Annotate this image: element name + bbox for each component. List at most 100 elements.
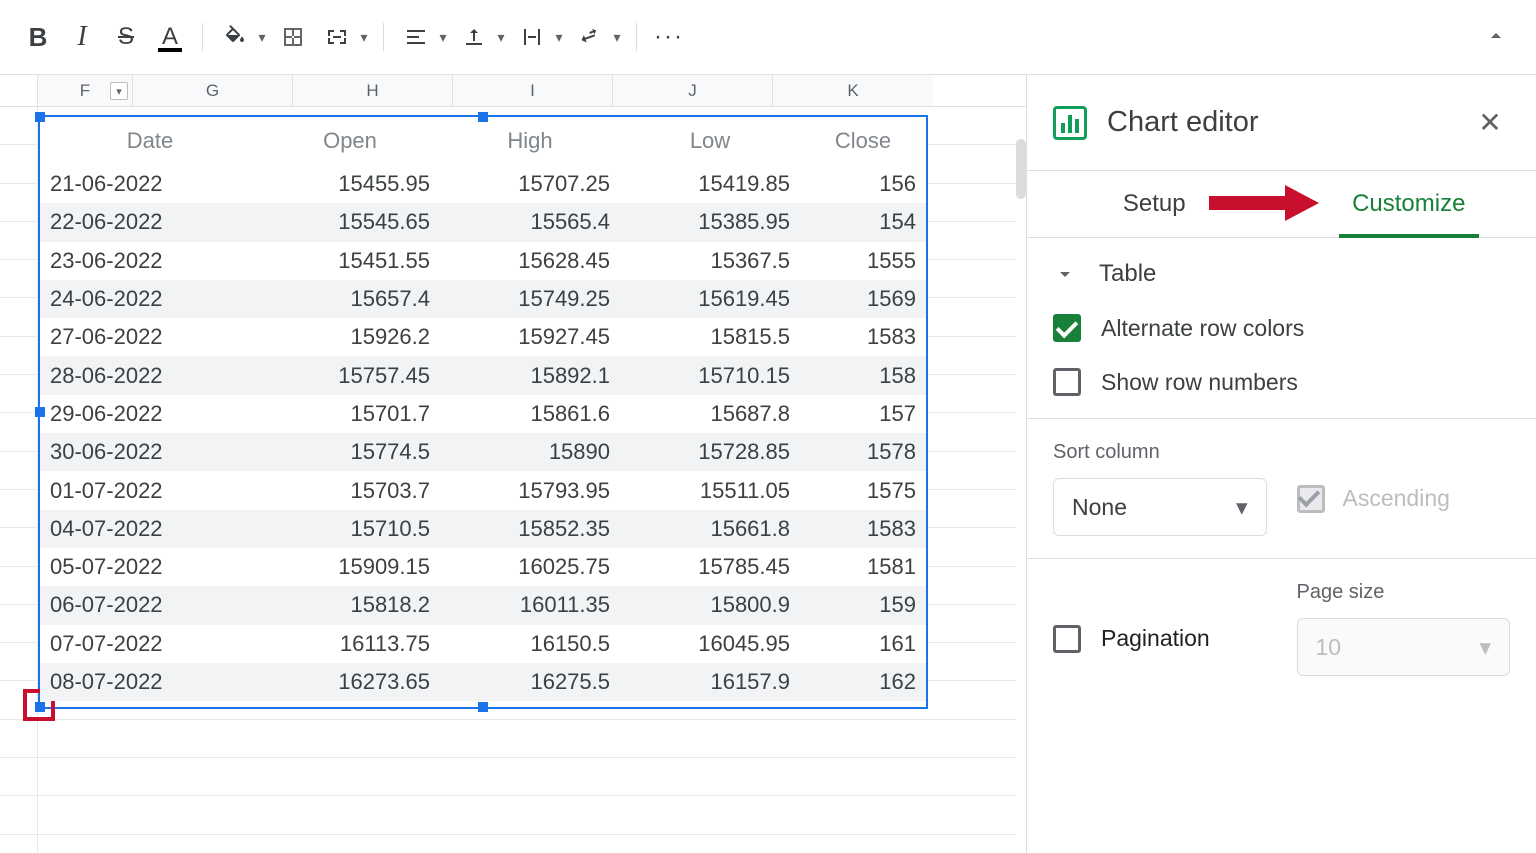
italic-button[interactable]: I [62,17,102,57]
table-chart-cell: 159 [800,592,926,618]
page-size-label: Page size [1297,581,1511,604]
fill-color-dropdown[interactable]: ▾ [255,29,269,46]
tab-customize[interactable]: Customize [1282,171,1536,237]
collapse-toolbar-button[interactable] [1484,24,1508,53]
alternate-row-colors-checkbox[interactable] [1053,314,1081,342]
ascending-label: Ascending [1343,485,1450,512]
table-chart-row: 27-06-202215926.215927.4515815.51583 [40,318,926,356]
table-chart-cell: 04-07-2022 [40,516,260,542]
column-header-i[interactable]: I [453,75,613,106]
table-chart-cell: 1575 [800,478,926,504]
pagination-checkbox[interactable] [1053,625,1081,653]
table-chart-cell: 15619.45 [620,286,800,312]
text-color-button[interactable]: A [150,17,190,57]
table-chart-row: 01-07-202215703.715793.9515511.051575 [40,471,926,509]
table-chart-cell: 15565.4 [440,209,620,235]
table-chart-header: Date [40,128,260,154]
table-chart-cell: 15455.95 [260,171,440,197]
table-chart-header-row: Date Open High Low Close [40,117,926,165]
table-chart-cell: 24-06-2022 [40,286,260,312]
table-chart-cell: 15861.6 [440,401,620,427]
table-chart-cell: 15926.2 [260,324,440,350]
column-f-dropdown-icon[interactable]: ▾ [110,82,128,100]
table-chart-row: 24-06-202215657.415749.2515619.451569 [40,280,926,318]
more-options-button[interactable]: ··· [649,17,689,57]
editor-tabs: Setup Customize [1027,170,1536,238]
table-chart-cell: 16275.5 [440,669,620,695]
close-editor-button[interactable]: ✕ [1470,106,1510,139]
borders-button[interactable] [273,17,313,57]
table-chart-cell: 15757.45 [260,363,440,389]
table-chart-cell: 15728.85 [620,439,800,465]
table-chart-cell: 15701.7 [260,401,440,427]
table-chart-cell: 16025.75 [440,554,620,580]
strikethrough-button[interactable]: S [106,17,146,57]
column-header-k[interactable]: K [773,75,933,106]
text-rotation-button[interactable] [570,17,610,57]
ascending-checkbox [1297,485,1325,513]
halign-dropdown[interactable]: ▾ [436,29,450,46]
table-chart-cell: 30-06-2022 [40,439,260,465]
column-header-g[interactable]: G [133,75,293,106]
vertical-scrollbar[interactable] [1016,139,1026,199]
table-chart-row: 23-06-202215451.5515628.4515367.51555 [40,242,926,280]
table-chart-cell: 15385.95 [620,209,800,235]
table-chart-row: 28-06-202215757.4515892.115710.15158 [40,356,926,394]
table-chart-cell: 15710.15 [620,363,800,389]
horizontal-align-button[interactable] [396,17,436,57]
table-chart-cell: 01-07-2022 [40,478,260,504]
bold-button[interactable]: B [18,17,58,57]
table-chart-row: 22-06-202215545.6515565.415385.95154 [40,203,926,241]
show-row-numbers-label: Show row numbers [1101,369,1298,396]
table-chart-cell: 15890 [440,439,620,465]
select-all-cell[interactable] [0,75,38,106]
table-chart-cell: 29-06-2022 [40,401,260,427]
column-header-f[interactable]: F ▾ [38,75,133,106]
table-chart-row: 29-06-202215701.715861.615687.8157 [40,395,926,433]
alternate-row-colors-label: Alternate row colors [1101,315,1304,342]
table-chart-content: Date Open High Low Close 21-06-202215455… [40,117,926,707]
table-chart-cell: 16273.65 [260,669,440,695]
valign-dropdown[interactable]: ▾ [494,29,508,46]
table-chart-cell: 15367.5 [620,248,800,274]
text-wrap-button[interactable] [512,17,552,57]
pagination-label: Pagination [1101,625,1210,652]
formatting-toolbar: B I S A ▾ ▾ ▾ ▾ ▾ ▾ ··· [0,0,1536,75]
table-chart-cell: 08-07-2022 [40,669,260,695]
table-chart-cell: 15909.15 [260,554,440,580]
column-header-j[interactable]: J [613,75,773,106]
sort-column-label: Sort column [1053,441,1267,464]
table-section: Table Alternate row colors Show row numb… [1027,238,1536,419]
table-chart-cell: 27-06-2022 [40,324,260,350]
table-chart-cell: 16150.5 [440,631,620,657]
vertical-align-button[interactable] [454,17,494,57]
wrap-dropdown[interactable]: ▾ [552,29,566,46]
table-chart-cell: 23-06-2022 [40,248,260,274]
table-chart-cell: 15800.9 [620,592,800,618]
table-chart-cell: 15793.95 [440,478,620,504]
embedded-table-chart[interactable]: Date Open High Low Close 21-06-202215455… [38,115,928,709]
fill-color-button[interactable] [215,17,255,57]
merge-dropdown[interactable]: ▾ [357,29,371,46]
rotation-dropdown[interactable]: ▾ [610,29,624,46]
table-chart-cell: 157 [800,401,926,427]
table-chart-cell: 1578 [800,439,926,465]
table-chart-cell: 1583 [800,324,926,350]
table-chart-cell: 162 [800,669,926,695]
show-row-numbers-checkbox[interactable] [1053,368,1081,396]
table-chart-cell: 15511.05 [620,478,800,504]
page-size-select: 10 ▾ [1297,618,1511,676]
sort-section: Sort column None ▾ Ascending [1027,419,1536,559]
column-header-h[interactable]: H [293,75,453,106]
table-section-header[interactable]: Table [1053,260,1510,288]
sort-column-select[interactable]: None ▾ [1053,478,1267,536]
table-chart-cell: 15710.5 [260,516,440,542]
merge-cells-button[interactable] [317,17,357,57]
table-chart-cell: 15628.45 [440,248,620,274]
table-chart-cell: 15749.25 [440,286,620,312]
table-chart-cell: 156 [800,171,926,197]
table-chart-cell: 1569 [800,286,926,312]
section-title: Table [1099,260,1156,288]
table-chart-row: 05-07-202215909.1516025.7515785.451581 [40,548,926,586]
tab-setup[interactable]: Setup [1027,171,1282,237]
